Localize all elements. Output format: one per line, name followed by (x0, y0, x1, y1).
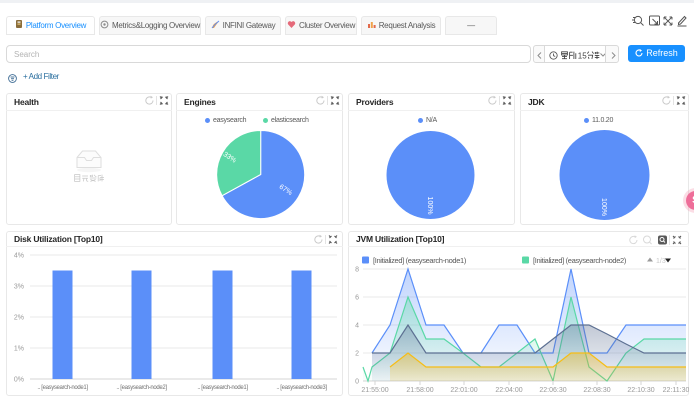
svg-text:6: 6 (355, 295, 359, 302)
svg-text:8: 8 (355, 267, 359, 274)
svg-text:[Initialized] (easysearch-node: [Initialized] (easysearch-node1) (373, 256, 467, 265)
svg-text:22:01:00: 22:01:00 (450, 387, 477, 394)
svg-text:1/3: 1/3 (656, 258, 666, 265)
svg-text:22:11:30: 22:11:30 (663, 387, 689, 394)
svg-text:2%: 2% (14, 315, 24, 322)
svg-text:3%: 3% (14, 284, 24, 291)
svg-text:0%: 0% (14, 377, 24, 384)
svg-text:[Initialized] (easysearch-node: [Initialized] (easysearch-node2) (533, 256, 627, 265)
svg-text:.. [easysearch-node1]: .. [easysearch-node1] (37, 385, 88, 391)
svg-text:21:58:00: 21:58:00 (406, 387, 433, 394)
svg-text:21:55:00: 21:55:00 (361, 387, 388, 394)
svg-text:.. [easysearch-node2]: .. [easysearch-node2] (116, 385, 167, 391)
svg-text:15: 15 (578, 51, 587, 60)
svg-text:2: 2 (355, 351, 359, 358)
svg-text:1%: 1% (14, 346, 24, 353)
svg-text:22:06:30: 22:06:30 (539, 387, 566, 394)
svg-text:100%: 100% (600, 198, 607, 216)
svg-text:22:04:00: 22:04:00 (495, 387, 522, 394)
svg-text:100%: 100% (426, 197, 433, 215)
svg-text:4: 4 (355, 323, 359, 330)
svg-text:22:10:30: 22:10:30 (627, 387, 654, 394)
svg-text:22:08:30: 22:08:30 (583, 387, 610, 394)
svg-text:4%: 4% (14, 253, 24, 260)
svg-text:.. [easysearch-node1]: .. [easysearch-node1] (197, 385, 248, 391)
svg-text:.. [easysearch-node3]: .. [easysearch-node3] (276, 385, 327, 391)
svg-text:0: 0 (355, 379, 359, 386)
